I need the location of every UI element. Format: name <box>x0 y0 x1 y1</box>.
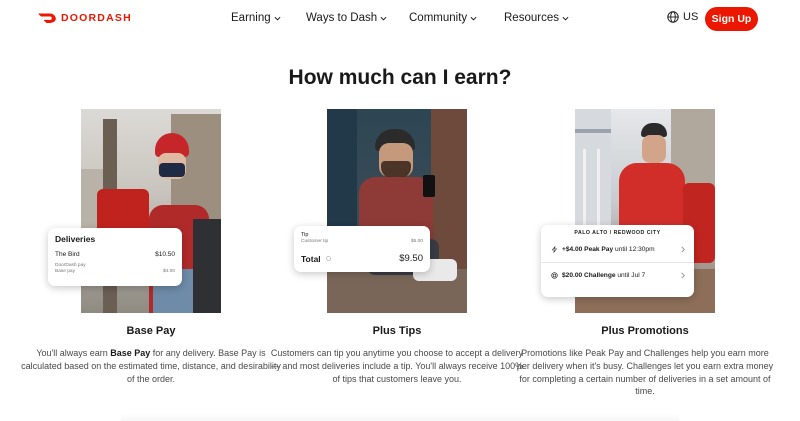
total-label: Total <box>301 253 321 264</box>
peak-pay-amount: +$4.00 Peak Pay <box>562 245 614 253</box>
nav-item-label: Ways to Dash <box>306 12 378 24</box>
top-nav: DOORDASH Earning Ways to Dash Community … <box>0 0 800 38</box>
challenge-row[interactable]: $20.00 Challenge until Jul 7 <box>541 262 694 288</box>
locale-selector[interactable]: US <box>667 11 698 23</box>
locale-label: US <box>683 11 699 23</box>
column-desc-plus-tips: Customers can tip you anytime you choose… <box>270 348 524 384</box>
challenge-amount: $20.00 Challenge <box>562 272 616 279</box>
base-pay-value: $4.00 <box>162 269 175 274</box>
peak-pay-until: until 12:30pm <box>613 245 655 253</box>
promotions-card: PALO ALTO / REDWOOD CITY +$4.00 Peak Pay… <box>541 225 694 297</box>
globe-icon <box>667 11 679 23</box>
deliveries-card-title: Deliveries <box>55 234 96 244</box>
target-icon <box>551 272 558 279</box>
desc-bold-text: Base Pay <box>110 348 151 358</box>
brand-name: DOORDASH <box>61 12 132 24</box>
customer-tip-value: $5.00 <box>410 239 423 244</box>
nav-item-label: Earning <box>231 12 271 24</box>
chevron-right-icon <box>681 272 685 279</box>
lightning-icon <box>551 245 558 253</box>
chevron-down-icon <box>274 16 281 21</box>
base-pay-label: Base pay <box>55 269 76 274</box>
customer-tip-label: Customer tip <box>301 239 329 244</box>
dasher-photo-tips <box>327 109 467 313</box>
tip-label: Tip <box>301 232 309 238</box>
column-desc-plus-promotions: Promotions like Peak Pay and Challenges … <box>516 348 774 397</box>
nav-item-label: Resources <box>504 12 559 24</box>
next-section-edge <box>120 413 680 421</box>
column-title-plus-tips: Plus Tips <box>372 325 422 337</box>
nav-item-community[interactable]: Community <box>409 12 477 24</box>
doordash-pay-label: DoorDash pay <box>55 263 86 268</box>
chevron-down-icon <box>380 16 387 21</box>
nav-item-ways-to-dash[interactable]: Ways to Dash <box>306 12 387 24</box>
nav-item-label: Community <box>409 12 468 24</box>
chevron-right-icon <box>681 246 685 252</box>
column-desc-base-pay: You'll always earn Base Pay for any deli… <box>21 347 281 385</box>
nav-item-earning[interactable]: Earning <box>231 12 281 24</box>
tip-card: Tip Customer tip $5.00 Total $9.50 <box>294 226 430 272</box>
delivery-item-value: $10.50 <box>155 251 175 258</box>
deliveries-card: Deliveries The Bird $10.50 DoorDash pay … <box>48 228 182 286</box>
total-value: $9.50 <box>399 253 423 264</box>
section-heading: How much can I earn? <box>288 66 512 89</box>
column-title-plus-promotions: Plus Promotions <box>601 325 689 337</box>
doordash-logo[interactable]: DOORDASH <box>38 12 132 24</box>
delivery-item-name: The Bird <box>55 251 80 258</box>
chevron-down-icon <box>470 16 477 21</box>
challenge-until: until Jul 7 <box>615 272 646 279</box>
info-icon <box>325 256 331 261</box>
desc-text: You'll always earn <box>36 348 111 358</box>
peak-pay-row[interactable]: +$4.00 Peak Pay until 12:30pm <box>541 236 694 262</box>
doordash-logo-icon <box>38 13 56 23</box>
chevron-down-icon <box>562 16 569 21</box>
column-title-base-pay: Base Pay <box>126 325 176 337</box>
nav-item-resources[interactable]: Resources <box>504 12 569 24</box>
sign-up-button[interactable]: Sign Up <box>705 7 758 31</box>
